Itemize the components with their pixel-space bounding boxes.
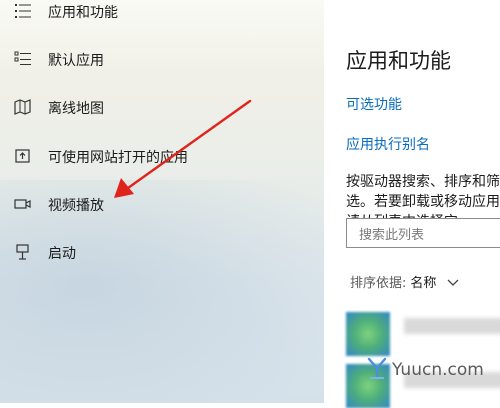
search-input[interactable]: 搜索此列表 xyxy=(346,218,500,248)
apps-for-websites-icon xyxy=(15,149,30,163)
sidebar-item-default-apps[interactable]: 默认应用 xyxy=(0,43,324,75)
sidebar-item-video-playback[interactable]: 视频播放 xyxy=(0,188,324,220)
apps-features-panel: 应用和功能 可选功能 应用执行别名 按驱动器搜索、排序和筛选。若要卸载或移动应用… xyxy=(324,0,500,408)
sidebar-item-label: 视频播放 xyxy=(48,198,104,214)
startup-icon xyxy=(16,244,29,260)
sidebar-item-apps-features[interactable]: 应用和功能 xyxy=(0,0,324,27)
apps-features-icon xyxy=(15,4,31,18)
chevron-down-icon xyxy=(447,279,459,286)
sidebar-item-label: 可使用网站打开的应用 xyxy=(48,150,188,166)
sidebar-item-label: 启动 xyxy=(48,246,76,262)
app-name-blurred xyxy=(404,318,500,334)
watermark-logo-icon xyxy=(367,357,387,379)
video-playback-icon xyxy=(14,199,31,209)
sort-dropdown[interactable]: 排序依据: 名称 xyxy=(350,272,459,291)
sidebar-item-label: 默认应用 xyxy=(48,53,104,69)
settings-sidebar: 应用和功能 默认应用 离线地图 可使用网站打开的应用 视频播放 启动 xyxy=(0,0,324,403)
offline-maps-icon xyxy=(14,99,31,115)
app-icon xyxy=(346,312,390,356)
app-execution-alias-link[interactable]: 应用执行别名 xyxy=(346,134,430,154)
sidebar-item-label: 应用和功能 xyxy=(48,5,118,21)
search-placeholder: 搜索此列表 xyxy=(359,228,425,243)
optional-features-link[interactable]: 可选功能 xyxy=(346,94,402,114)
sidebar-item-apps-for-websites[interactable]: 可使用网站打开的应用 xyxy=(0,140,324,172)
sidebar-item-startup[interactable]: 启动 xyxy=(0,236,324,268)
watermark-text: Yuucn.com xyxy=(392,360,484,380)
default-apps-icon xyxy=(14,51,31,65)
page-title: 应用和功能 xyxy=(346,49,451,73)
sidebar-item-label: 离线地图 xyxy=(48,101,104,117)
sort-value: 名称 xyxy=(410,276,437,291)
sort-label: 排序依据: xyxy=(350,276,407,291)
sidebar-item-offline-maps[interactable]: 离线地图 xyxy=(0,91,324,123)
